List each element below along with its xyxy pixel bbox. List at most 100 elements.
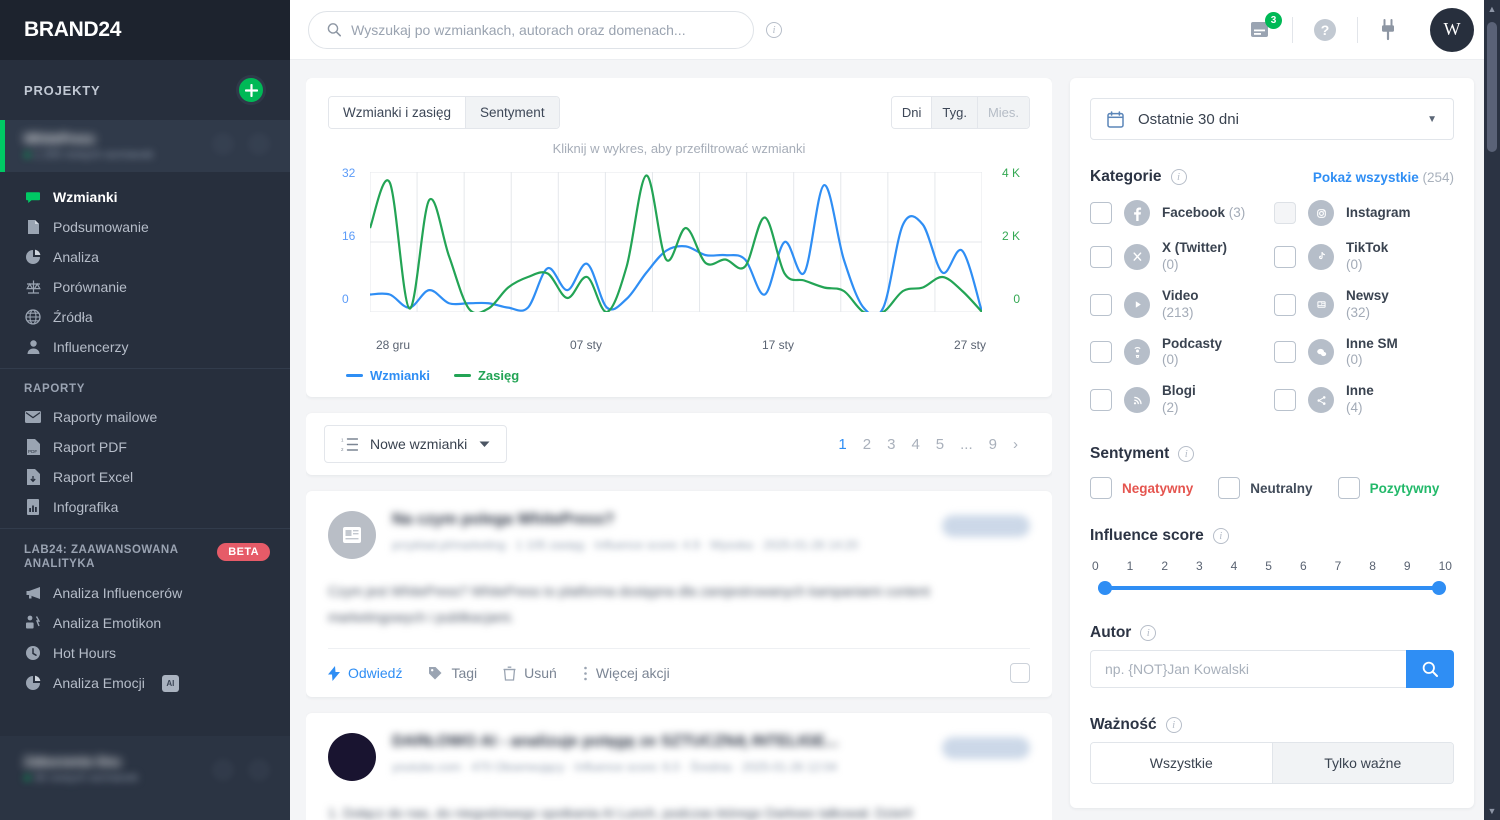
checkbox[interactable] (1274, 389, 1296, 412)
legend-label: Zasięg (477, 368, 520, 383)
legend-item-wzmianki[interactable]: Wzmianki (346, 368, 430, 383)
checkbox[interactable] (1218, 477, 1241, 499)
sidebar-item-analiza-emotikon[interactable]: Analiza Emotikon (0, 608, 290, 638)
sort-dropdown[interactable]: 12 Nowe wzmianki (324, 425, 508, 463)
slider-knob-max[interactable] (1432, 581, 1446, 595)
notes-button[interactable]: 3 (1230, 11, 1292, 40)
sidebar-item-raport-pdf[interactable]: PDF Raport PDF (0, 432, 290, 462)
more-actions[interactable]: Więcej akcji (583, 665, 670, 681)
influence-slider[interactable] (1098, 580, 1446, 596)
sentiment-negatywny[interactable]: Negatywny (1090, 477, 1193, 499)
chart-plot[interactable]: 32 16 0 4 K 2 K 0 (328, 166, 1030, 332)
page-9[interactable]: 9 (989, 436, 997, 453)
info-icon[interactable]: i (1140, 625, 1157, 641)
tab-wzmianki-i-zasieg[interactable]: Wzmianki i zasięg (329, 97, 467, 128)
sidebar-item-podsumowanie[interactable]: Podsumowanie (0, 212, 290, 242)
info-icon[interactable]: i (1165, 717, 1182, 733)
visit-action[interactable]: Odwiedź (328, 665, 402, 681)
category-podcasty[interactable]: Podcasty (0) (1090, 336, 1270, 370)
sidebar-item-hot-hours[interactable]: Hot Hours (0, 638, 290, 668)
help-icon: ? (1314, 18, 1336, 41)
category-x-twitter[interactable]: X (Twitter) (0) (1090, 240, 1270, 274)
sidebar-item-porownanie[interactable]: Porównanie (0, 272, 290, 302)
sidebar-item-wzmianki[interactable]: Wzmianki (0, 182, 290, 212)
category-blogi[interactable]: Blogi (2) (1090, 383, 1270, 417)
sidebar-item-label: Hot Hours (53, 644, 117, 661)
scrollbar-thumb[interactable] (1487, 22, 1497, 152)
category-video[interactable]: Video (213) (1090, 288, 1270, 322)
checkbox[interactable] (1274, 245, 1296, 268)
chart-svg[interactable] (370, 172, 982, 312)
help-button[interactable]: ? (1293, 18, 1357, 42)
checkbox[interactable] (1090, 477, 1112, 499)
next-page-icon[interactable]: › (1013, 436, 1018, 453)
search-input[interactable] (351, 21, 735, 38)
add-project-button[interactable] (236, 75, 266, 105)
checkbox[interactable] (1274, 341, 1296, 364)
scroll-up-arrow[interactable]: ▲ (1484, 4, 1500, 14)
info-icon[interactable]: i (1170, 169, 1187, 185)
primary-nav: Wzmianki Podsumowanie Analiza Porównanie… (0, 172, 290, 362)
importance-tylko-wazne[interactable]: Tylko ważne (1271, 743, 1453, 783)
category-inne-sm[interactable]: Inne SM (0) (1274, 336, 1454, 370)
mention-title[interactable]: DARŁOWO AI - analizuje potęgę ze SZTUCZN… (392, 733, 926, 751)
date-range-select[interactable]: Ostatnie 30 dni ▼ (1090, 98, 1454, 140)
checkbox[interactable] (1090, 389, 1112, 412)
category-facebook[interactable]: Facebook (3) (1090, 200, 1270, 226)
page-5[interactable]: 5 (936, 436, 944, 453)
search-box[interactable] (308, 10, 754, 49)
sentiment-neutralny[interactable]: Neutralny (1218, 477, 1313, 499)
checkbox[interactable] (1274, 293, 1296, 316)
sidebar-item-raport-excel[interactable]: Raport Excel (0, 462, 290, 492)
info-icon[interactable]: i (1212, 528, 1229, 544)
category-inne[interactable]: Inne (4) (1274, 383, 1454, 417)
delete-action[interactable]: Usuń (503, 665, 557, 681)
info-icon[interactable]: i (1178, 446, 1195, 462)
sidebar-item-infografika[interactable]: Infografika (0, 492, 290, 522)
range-dni[interactable]: Dni (891, 97, 933, 128)
sidebar-item-analiza-emocji[interactable]: Analiza Emocji AI (0, 668, 290, 699)
checkbox[interactable] (1090, 293, 1112, 316)
active-project-card[interactable]: WhitePress ● 1 255 nowych wzmianek (0, 120, 290, 172)
tags-action[interactable]: Tagi (428, 665, 477, 681)
checkbox[interactable] (1090, 341, 1112, 364)
project-card-icons[interactable] (212, 759, 270, 781)
checkbox[interactable] (1090, 245, 1112, 268)
sidebar-item-influencerzy[interactable]: Influencerzy (0, 332, 290, 362)
integrations-button[interactable] (1358, 18, 1418, 41)
avatar[interactable]: W (1430, 7, 1474, 52)
project-card-tertiary[interactable] (0, 792, 290, 820)
category-newsy[interactable]: Newsy (32) (1274, 288, 1454, 322)
range-tyg[interactable]: Tyg. (932, 97, 978, 128)
project-card-icons[interactable] (212, 133, 270, 155)
sentiment-pozytywny[interactable]: Pozytywny (1337, 477, 1439, 499)
importance-wszystkie[interactable]: Wszystkie (1091, 743, 1272, 783)
page-3[interactable]: 3 (887, 436, 895, 453)
window-scrollbar[interactable]: ▲ ▼ (1484, 0, 1500, 820)
mention-sentiment-badge[interactable] (942, 737, 1030, 760)
slider-knob-min[interactable] (1098, 581, 1112, 595)
mention-checkbox[interactable] (1010, 663, 1030, 684)
info-icon[interactable]: i (766, 21, 782, 38)
page-1[interactable]: 1 (838, 436, 846, 453)
legend-item-zasieg[interactable]: Zasięg (453, 368, 520, 383)
sidebar-item-analiza[interactable]: Analiza (0, 242, 290, 272)
checkbox[interactable] (1090, 202, 1112, 224)
tab-sentyment[interactable]: Sentyment (466, 97, 559, 128)
sidebar-item-raporty-mailowe[interactable]: Raporty mailowe (0, 402, 290, 432)
sidebar-item-zrodla[interactable]: Źródła (0, 302, 290, 332)
chart-hint: Kliknij w wykres, aby przefiltrować wzmi… (552, 141, 806, 156)
project-card-secondary[interactable]: Zaburzenia Snu ● 36 nowych wzmianek (0, 746, 290, 792)
mention-title[interactable]: Na czym polega WhitePress? (392, 511, 926, 529)
author-input[interactable] (1090, 650, 1406, 688)
scroll-down-arrow[interactable]: ▼ (1484, 806, 1500, 816)
checkbox[interactable] (1337, 477, 1360, 499)
mention-sentiment-badge[interactable] (942, 515, 1030, 537)
page-4[interactable]: 4 (911, 436, 919, 453)
sidebar-item-analiza-influencerow[interactable]: Analiza Influencerów (0, 578, 290, 608)
category-tiktok[interactable]: TikTok (0) (1274, 240, 1454, 274)
author-search-button[interactable] (1406, 650, 1454, 688)
page-2[interactable]: 2 (863, 436, 871, 453)
brand-logo[interactable]: BRAND24 (24, 18, 121, 42)
show-all-categories[interactable]: Pokaż wszystkie (254) (1313, 170, 1454, 185)
